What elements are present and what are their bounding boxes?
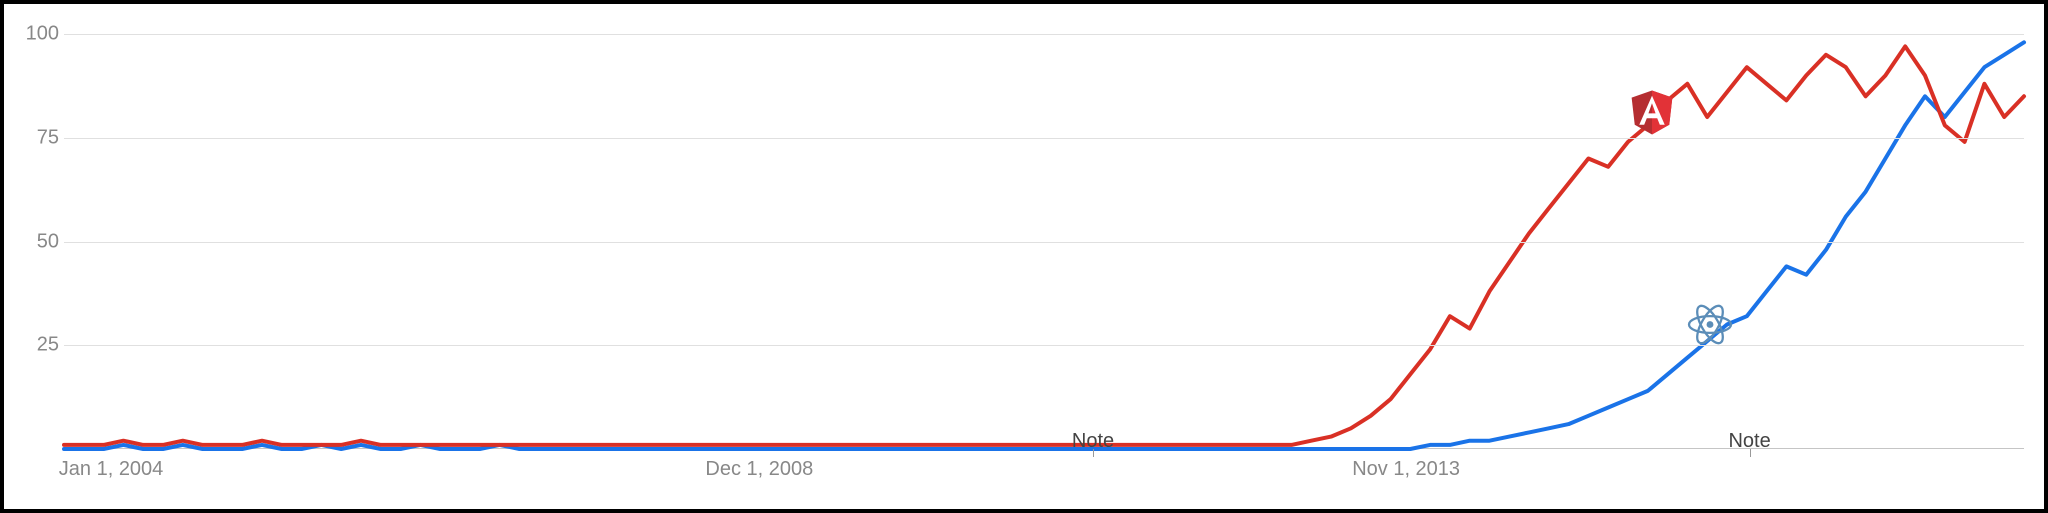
x-tick-label: Dec 1, 2008	[705, 458, 813, 481]
y-tick-label: 100	[24, 23, 59, 46]
note-tick	[1093, 449, 1094, 457]
react-icon	[1687, 304, 1733, 351]
chart-frame: 25 50 75 100 Jan 1, 2004 Dec 1, 2008 Nov 1, 20…	[0, 0, 2048, 513]
gridline	[64, 242, 2024, 243]
x-tick-label: Nov 1, 2013	[1352, 458, 1460, 481]
gridline	[64, 138, 2024, 139]
angular-icon	[1631, 91, 1673, 140]
y-tick-label: 50	[24, 230, 59, 253]
series-line-react	[64, 42, 2024, 449]
series-line-angular	[64, 46, 2024, 445]
plot-area: 255075100Jan 1, 2004Dec 1, 2008Nov 1, 20…	[64, 34, 2024, 449]
y-tick-label: 25	[24, 334, 59, 357]
x-tick-label: Jan 1, 2004	[59, 458, 164, 481]
note-tick	[1750, 449, 1751, 457]
gridline	[64, 34, 2024, 35]
y-tick-label: 75	[24, 126, 59, 149]
